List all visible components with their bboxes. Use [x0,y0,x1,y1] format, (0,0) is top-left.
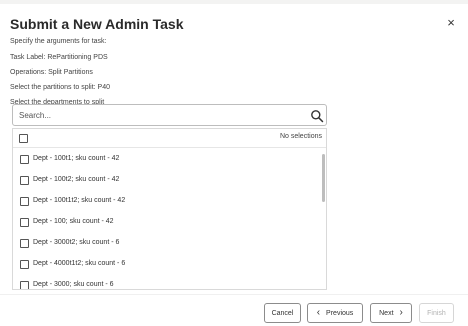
checkbox-icon[interactable] [20,239,29,248]
checkbox-icon[interactable] [20,176,29,185]
finish-button-label: Finish [427,309,446,317]
department-list: No selections Dept - 100t1; sku count - … [12,128,327,290]
selection-status: No selections [279,133,322,140]
checkbox-icon[interactable] [20,218,29,227]
list-item[interactable]: Dept - 4000t1t2; sku count - 6 [13,254,318,274]
close-icon[interactable]: × [444,16,458,30]
list-item-label: Dept - 3000; sku count - 6 [33,281,114,288]
finish-button[interactable]: Finish [419,303,454,323]
list-item-label: Dept - 100; sku count - 42 [33,218,114,225]
list-item-label: Dept - 100t1t2; sku count - 42 [33,197,126,204]
task-label-text: Task Label: RePartitioning PDS [10,54,108,61]
previous-button[interactable]: ‹ Previous [307,303,363,323]
partitions-text: Select the partitions to split: P40 [10,84,110,91]
search-field[interactable] [12,104,327,126]
cancel-button[interactable]: Cancel [264,303,301,323]
list-item-label: Dept - 100t1; sku count - 42 [33,155,120,162]
chevron-left-icon: ‹ [316,307,321,318]
list-scrollbar[interactable] [322,154,325,202]
next-button-label: Next [379,309,394,317]
dialog-title: Submit a New Admin Task [10,16,184,32]
next-button[interactable]: Next › [370,303,412,323]
list-header: No selections [13,129,326,148]
specify-text: Specify the arguments for task: [10,38,107,45]
checkbox-icon[interactable] [20,197,29,206]
search-icon[interactable] [310,109,324,123]
cancel-button-label: Cancel [271,309,294,317]
list-item[interactable]: Dept - 3000t2; sku count - 6 [13,233,318,253]
list-item-label: Dept - 100t2; sku count - 42 [33,176,120,183]
list-item[interactable]: Dept - 100t2; sku count - 42 [13,170,318,190]
checkbox-icon[interactable] [20,281,29,289]
search-input[interactable] [19,108,299,122]
footer-divider [0,294,468,295]
operations-text: Operations: Split Partitions [10,69,93,76]
list-item-label: Dept - 4000t1t2; sku count - 6 [33,260,126,267]
previous-button-label: Previous [326,309,354,317]
admin-task-dialog: Submit a New Admin Task × Specify the ar… [0,4,468,326]
list-item[interactable]: Dept - 100t1; sku count - 42 [13,149,318,169]
checkbox-icon[interactable] [20,155,29,164]
chevron-right-icon: › [399,307,403,318]
checkbox-icon[interactable] [20,260,29,269]
list-item[interactable]: Dept - 100t1t2; sku count - 42 [13,191,318,211]
select-all-checkbox[interactable] [19,134,28,143]
list-item[interactable]: Dept - 100; sku count - 42 [13,212,318,232]
list-item-label: Dept - 3000t2; sku count - 6 [33,239,120,246]
list-item[interactable]: Dept - 3000; sku count - 6 [13,275,318,289]
